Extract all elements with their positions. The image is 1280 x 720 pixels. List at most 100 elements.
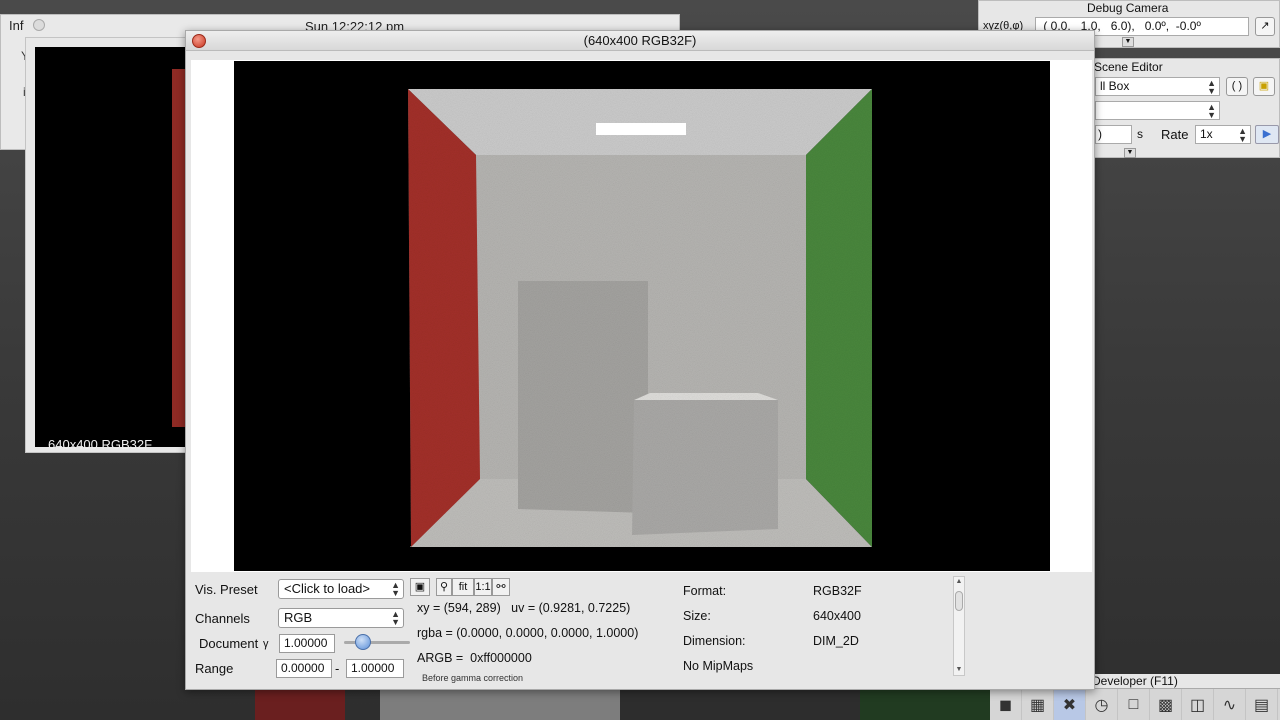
dimension-value: DIM_2D bbox=[813, 634, 859, 648]
range-separator: - bbox=[335, 661, 340, 676]
one-to-one-button[interactable]: 1:1 bbox=[474, 578, 492, 596]
document-label: Document bbox=[199, 636, 259, 651]
scene-editor-expand-toggle[interactable]: ▼ bbox=[1124, 148, 1136, 158]
rate-select-value: 1x bbox=[1200, 127, 1213, 141]
vis-preset-label: Vis. Preset bbox=[195, 582, 258, 597]
short-block-front bbox=[632, 400, 778, 535]
format-value: RGB32F bbox=[813, 584, 862, 598]
gamma-input[interactable]: 1.00000 bbox=[279, 634, 335, 653]
rate-label: Rate bbox=[1161, 127, 1189, 142]
thumbnail-window[interactable]: 640x400 RGB32F bbox=[25, 37, 190, 453]
play-icon: ▶ bbox=[1262, 128, 1272, 140]
graph-icon[interactable]: ∿ bbox=[1214, 689, 1246, 720]
debug-camera-title: Debug Camera bbox=[1087, 1, 1169, 15]
terminal-icon[interactable]: ▩ bbox=[1150, 689, 1182, 720]
time-input[interactable]: ) bbox=[1095, 125, 1132, 144]
window-title: (640x400 RGB32F) bbox=[583, 33, 697, 48]
save-icon: ▣ bbox=[414, 581, 426, 593]
scroll-up-arrow-icon[interactable]: ▲ bbox=[954, 577, 964, 587]
tools-icon[interactable]: ✖ bbox=[1054, 689, 1086, 720]
film-icon[interactable]: ▦ bbox=[1022, 689, 1054, 720]
updown-icon: ▲ ▼ bbox=[391, 609, 400, 627]
camera-icon[interactable]: ◼ bbox=[990, 689, 1022, 720]
scene-shadow bbox=[620, 690, 860, 720]
info-close-button[interactable] bbox=[33, 19, 45, 31]
entity-select[interactable]: ▲ ▼ bbox=[1095, 101, 1220, 120]
mipmaps-text: No MipMaps bbox=[683, 659, 754, 673]
developer-dock: ◼ ▦ ✖ ◷ □ ▩ ◫ ∿ ▤ bbox=[990, 688, 1280, 720]
channels-value: RGB bbox=[284, 610, 313, 625]
range-max-input[interactable]: 1.00000 bbox=[346, 659, 404, 678]
seconds-unit: s bbox=[1137, 127, 1143, 141]
scene-floor bbox=[380, 690, 620, 720]
gamma-note: Before gamma correction bbox=[422, 673, 524, 683]
link-icon: ↗ bbox=[1260, 20, 1270, 32]
gamma-symbol: γ bbox=[263, 638, 269, 650]
info-scrollbar[interactable]: ▲ ▼ bbox=[953, 576, 965, 676]
texture-viewer-window: (640x400 RGB32F) Vis. Preset <Click to l… bbox=[185, 30, 1095, 690]
close-button[interactable] bbox=[192, 34, 206, 48]
scroll-thumb[interactable] bbox=[955, 591, 963, 611]
right-wall bbox=[806, 89, 872, 547]
inspect-button[interactable]: ⚲ bbox=[436, 578, 452, 596]
developer-window-label: Developer (F11) bbox=[1092, 674, 1280, 688]
camera-link-button[interactable]: ↗ bbox=[1255, 17, 1275, 36]
size-label: Size: bbox=[683, 609, 711, 623]
lock-scene-button[interactable]: ▣ bbox=[1253, 77, 1275, 96]
gamma-slider-track[interactable] bbox=[344, 641, 410, 644]
thumbnail-red-wall bbox=[172, 69, 185, 427]
scroll-down-arrow-icon[interactable]: ▼ bbox=[954, 665, 964, 675]
pixel-coordinates: xy = (594, 289) uv = (0.9281, 0.7225) bbox=[417, 601, 631, 615]
dimension-label: Dimension: bbox=[683, 634, 746, 648]
left-wall bbox=[408, 89, 480, 547]
document-icon[interactable]: ▤ bbox=[1246, 689, 1278, 720]
range-min-input[interactable]: 0.00000 bbox=[276, 659, 332, 678]
cornell-box-render bbox=[408, 89, 872, 547]
lock-icon: ▣ bbox=[1258, 80, 1270, 92]
fit-button[interactable]: fit bbox=[452, 578, 474, 596]
range-label: Range bbox=[195, 661, 234, 676]
camera-expand-toggle[interactable]: ▼ bbox=[1122, 37, 1134, 47]
reload-icon: ( ) bbox=[1231, 80, 1243, 92]
updown-icon: ▲ ▼ bbox=[1207, 78, 1216, 96]
channels-label: Channels bbox=[195, 611, 250, 626]
ceiling-light bbox=[596, 123, 686, 135]
note-icon[interactable]: □ bbox=[1118, 689, 1150, 720]
thumbnail-label: 640x400 RGB32F bbox=[48, 437, 153, 452]
pin-button[interactable]: ⚯ bbox=[492, 578, 510, 596]
ceiling bbox=[408, 89, 872, 155]
pixel-argb: ARGB = 0xff000000 bbox=[417, 651, 532, 665]
pixel-rgba: rgba = (0.0000, 0.0000, 0.0000, 1.0000) bbox=[417, 626, 639, 640]
thumbnail-image: 640x400 RGB32F bbox=[35, 47, 185, 452]
chevron-down-icon: ▼ bbox=[1124, 38, 1132, 45]
vis-preset-select[interactable]: <Click to load> ▲ ▼ bbox=[278, 579, 404, 599]
play-button[interactable]: ▶ bbox=[1255, 125, 1279, 144]
pushpin-icon: ⚯ bbox=[496, 581, 506, 593]
vis-preset-value: <Click to load> bbox=[284, 581, 370, 596]
updown-icon: ▲ ▼ bbox=[1207, 102, 1216, 120]
scene-select[interactable]: ll Box ▲ ▼ bbox=[1095, 77, 1220, 96]
gamma-slider-knob[interactable] bbox=[355, 634, 371, 650]
chevron-down-icon: ▼ bbox=[1126, 149, 1134, 156]
scene-editor-title: Scene Editor bbox=[1094, 60, 1163, 74]
title-bar[interactable]: (640x400 RGB32F) bbox=[186, 31, 1094, 51]
pin-icon: ⚲ bbox=[439, 581, 449, 593]
channels-select[interactable]: RGB ▲ ▼ bbox=[278, 608, 404, 628]
updown-icon: ▲ ▼ bbox=[1238, 126, 1247, 144]
scene-editor-panel: Scene Editor ll Box ▲ ▼ ( ) ▣ ▲ ▼ ) s Rate… bbox=[1094, 58, 1280, 158]
scene-green-wall bbox=[860, 690, 990, 720]
scene-select-value: ll Box bbox=[1100, 79, 1130, 93]
image-canvas[interactable] bbox=[191, 60, 1092, 572]
windows-icon[interactable]: ◫ bbox=[1182, 689, 1214, 720]
updown-icon: ▲ ▼ bbox=[391, 580, 400, 598]
tall-block-front bbox=[518, 281, 648, 513]
format-label: Format: bbox=[683, 584, 727, 598]
save-image-button[interactable]: ▣ bbox=[410, 578, 430, 596]
size-value: 640x400 bbox=[813, 609, 861, 623]
clock-icon[interactable]: ◷ bbox=[1086, 689, 1118, 720]
reload-scene-button[interactable]: ( ) bbox=[1226, 77, 1248, 96]
rate-select[interactable]: 1x ▲ ▼ bbox=[1195, 125, 1251, 144]
info-window-title: Inf bbox=[9, 18, 24, 33]
scene-red-wall bbox=[255, 690, 345, 720]
image-viewport[interactable] bbox=[234, 61, 1050, 571]
